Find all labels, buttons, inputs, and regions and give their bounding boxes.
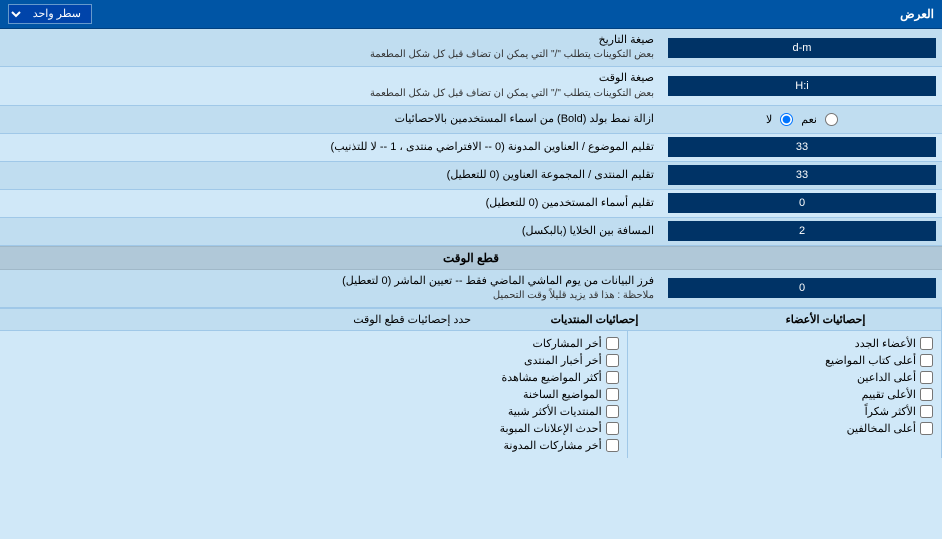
limit-row-inner: إحصائيات الأعضاء إحصائيات المنتديات <box>479 309 942 330</box>
checkbox-most-like-forums: المنتديات الأكثر شبية <box>321 403 618 420</box>
checkboxes-section: إحصائيات الأعضاء إحصائيات المنتديات حدد … <box>0 308 942 458</box>
col2-header: إحصائيات الأعضاء <box>710 309 942 330</box>
most-thanks-label: الأكثر شكراً <box>865 405 916 418</box>
cell-spacing-label: المسافة بين الخلايا (بالبكسل) <box>0 220 662 243</box>
username-trim-label: تقليم أسماء المستخدمين (0 للتعطيل) <box>0 192 662 215</box>
bold-no-radio[interactable] <box>780 113 793 126</box>
forum-news-checkbox[interactable] <box>606 354 619 367</box>
date-format-label: صيغة التاريخ بعض التكوينات يتطلب "/" الت… <box>0 29 662 66</box>
checkbox-blog-posts: أخر مشاركات المدونة <box>321 437 618 454</box>
time-format-row: صيغة الوقت بعض التكوينات يتطلب "/" التي … <box>0 67 942 105</box>
forum-order-row: تقليم المنتدى / المجموعة العناوين (0 للت… <box>0 162 942 190</box>
date-format-input-cell <box>662 35 942 61</box>
topic-order-label: تقليم الموضوع / العناوين المدونة (0 -- ا… <box>0 136 662 159</box>
time-cut-input[interactable] <box>668 278 936 298</box>
blog-posts-checkbox[interactable] <box>606 439 619 452</box>
top-topic-writers-checkbox[interactable] <box>920 354 933 367</box>
checkbox-last-posts: أخر المشاركات <box>321 335 618 352</box>
blog-posts-label: أخر مشاركات المدونة <box>504 439 602 452</box>
date-format-row: صيغة التاريخ بعض التكوينات يتطلب "/" الت… <box>0 29 942 67</box>
bold-no-label: لا <box>766 113 772 126</box>
checkbox-hot-topics: المواضيع الساخنة <box>321 386 618 403</box>
bold-remove-label: ازالة نمط بولد (Bold) من اسماء المستخدمي… <box>0 108 662 131</box>
new-members-checkbox[interactable] <box>920 337 933 350</box>
bold-radio-group: نعم لا <box>668 113 936 126</box>
top-topic-writers-label: أعلى كتاب المواضيع <box>825 354 916 367</box>
checkbox-latest-classifieds: أحدث الإعلانات المبوبة <box>321 420 618 437</box>
forum-news-label: أخر أخبار المنتدى <box>524 354 602 367</box>
checkbox-new-members: الأعضاء الجدد <box>636 335 933 352</box>
latest-classifieds-checkbox[interactable] <box>606 422 619 435</box>
last-posts-checkbox[interactable] <box>606 337 619 350</box>
checkboxes-col-members: الأعضاء الجدد أعلى كتاب المواضيع أعلى ال… <box>628 331 942 458</box>
header-row: العرض سطر واحد سطران ثلاثة أسطر <box>0 0 942 29</box>
checkboxes-col-empty <box>0 331 313 458</box>
most-like-forums-label: المنتديات الأكثر شبية <box>508 405 602 418</box>
top-inviters-label: أعلى الداعين <box>857 371 916 384</box>
most-viewed-checkbox[interactable] <box>606 371 619 384</box>
most-viewed-label: أكثر المواضيع مشاهدة <box>501 371 601 384</box>
bold-remove-row: نعم لا ازالة نمط بولد (Bold) من اسماء ال… <box>0 106 942 134</box>
forum-order-input-cell <box>662 162 942 188</box>
topic-order-row: تقليم الموضوع / العناوين المدونة (0 -- ا… <box>0 134 942 162</box>
checkboxes-body: الأعضاء الجدد أعلى كتاب المواضيع أعلى ال… <box>0 331 942 458</box>
latest-classifieds-label: أحدث الإعلانات المبوبة <box>500 422 602 435</box>
time-cut-input-cell <box>662 275 942 301</box>
checkbox-top-topic-writers: أعلى كتاب المواضيع <box>636 352 933 369</box>
checkbox-most-thanks: الأكثر شكراً <box>636 403 933 420</box>
time-cut-row: فرز البيانات من يوم الماشي الماضي فقط --… <box>0 270 942 308</box>
username-trim-input[interactable] <box>668 193 936 213</box>
time-format-input-cell <box>662 73 942 99</box>
forum-order-input[interactable] <box>668 165 936 185</box>
forum-order-label: تقليم المنتدى / المجموعة العناوين (0 للت… <box>0 164 662 187</box>
top-violators-checkbox[interactable] <box>920 422 933 435</box>
checkbox-top-inviters: أعلى الداعين <box>636 369 933 386</box>
bold-yes-radio[interactable] <box>825 113 838 126</box>
bold-yes-label: نعم <box>801 113 817 126</box>
topic-order-input[interactable] <box>668 137 936 157</box>
limit-label: حدد إحصائيات قطع الوقت <box>0 309 479 330</box>
limit-row: إحصائيات الأعضاء إحصائيات المنتديات حدد … <box>0 309 942 331</box>
cell-spacing-input-cell <box>662 218 942 244</box>
checkbox-forum-news: أخر أخبار المنتدى <box>321 352 618 369</box>
header-title: العرض <box>900 7 934 21</box>
checkbox-most-viewed: أكثر المواضيع مشاهدة <box>321 369 618 386</box>
col1-header: إحصائيات المنتديات <box>479 309 710 330</box>
cell-spacing-row: المسافة بين الخلايا (بالبكسل) <box>0 218 942 246</box>
checkboxes-col-forums: أخر المشاركات أخر أخبار المنتدى أكثر الم… <box>313 331 627 458</box>
top-rated-checkbox[interactable] <box>920 388 933 401</box>
time-cut-label: فرز البيانات من يوم الماشي الماضي فقط --… <box>0 270 662 307</box>
bold-radio-cell: نعم لا <box>662 110 942 129</box>
most-like-forums-checkbox[interactable] <box>606 405 619 418</box>
time-format-input[interactable] <box>668 76 936 96</box>
date-format-input[interactable] <box>668 38 936 58</box>
hot-topics-label: المواضيع الساخنة <box>523 388 602 401</box>
last-posts-label: أخر المشاركات <box>533 337 602 350</box>
top-violators-label: أعلى المخالفين <box>847 422 916 435</box>
new-members-label: الأعضاء الجدد <box>855 337 916 350</box>
main-container: العرض سطر واحد سطران ثلاثة أسطر صيغة الت… <box>0 0 942 458</box>
hot-topics-checkbox[interactable] <box>606 388 619 401</box>
display-select[interactable]: سطر واحد سطران ثلاثة أسطر <box>8 4 92 24</box>
time-format-label: صيغة الوقت بعض التكوينات يتطلب "/" التي … <box>0 67 662 104</box>
cell-spacing-input[interactable] <box>668 221 936 241</box>
checkbox-top-violators: أعلى المخالفين <box>636 420 933 437</box>
top-inviters-checkbox[interactable] <box>920 371 933 384</box>
most-thanks-checkbox[interactable] <box>920 405 933 418</box>
username-trim-input-cell <box>662 190 942 216</box>
time-cut-section-header: قطع الوقت <box>0 246 942 270</box>
top-rated-label: الأعلى تقييم <box>862 388 916 401</box>
topic-order-input-cell <box>662 134 942 160</box>
username-trim-row: تقليم أسماء المستخدمين (0 للتعطيل) <box>0 190 942 218</box>
checkbox-top-rated: الأعلى تقييم <box>636 386 933 403</box>
